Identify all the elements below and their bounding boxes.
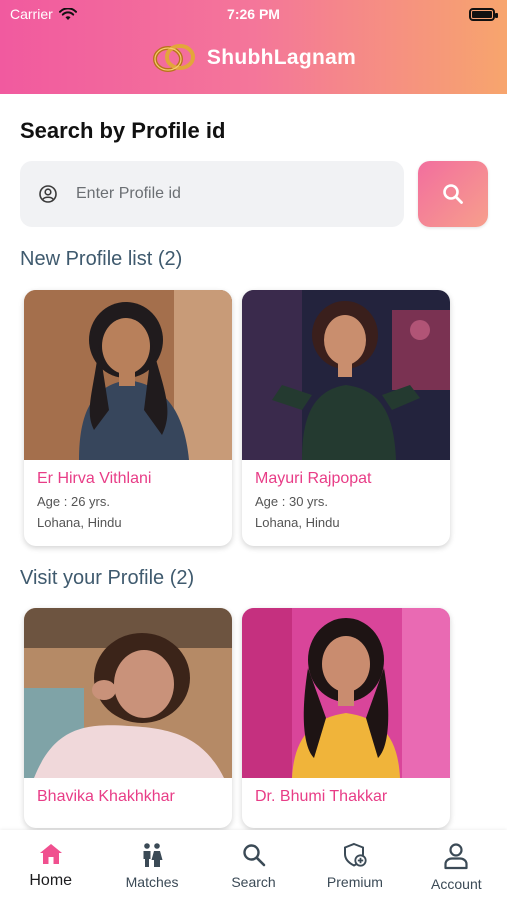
search-section-title: Search by Profile id (20, 118, 226, 143)
app-header: Carrier 7:26 PM ShubhLagnam (0, 0, 507, 94)
nav-home-label: Home (29, 872, 73, 889)
app-title: ShubhLagnam (206, 46, 357, 69)
profile-photo (24, 608, 232, 778)
profile-photo (24, 290, 232, 460)
profile-photo (242, 608, 450, 778)
profile-age: Age : 26 yrs. (37, 494, 110, 509)
nav-search[interactable]: Search (203, 830, 304, 900)
status-bar: Carrier 7:26 PM (0, 0, 507, 28)
profile-photo (242, 290, 450, 460)
profile-card[interactable]: Dr. Bhumi Thakkar (242, 608, 450, 828)
nav-home[interactable]: Home (0, 830, 101, 900)
nav-matches[interactable]: Matches (101, 830, 202, 900)
brand: ShubhLagnam (0, 42, 507, 74)
nav-account[interactable]: Account (406, 830, 507, 900)
profile-card[interactable]: Mayuri Rajpopat Age : 30 yrs. Lohana, Hi… (242, 290, 450, 546)
visit-profile-list-title: Visit your Profile (2) (20, 567, 195, 589)
wedding-rings-logo-icon (152, 44, 195, 72)
nav-premium[interactable]: Premium (304, 830, 405, 900)
nav-matches-label: Matches (125, 874, 179, 890)
premium-shield-icon (343, 842, 367, 867)
search-button[interactable] (418, 161, 488, 227)
new-profile-list-title: New Profile list (2) (20, 248, 183, 270)
search-icon (242, 844, 265, 867)
profile-name: Dr. Bhumi Thakkar (255, 788, 388, 805)
nav-search-label: Search (231, 874, 276, 890)
profile-name: Mayuri Rajpopat (255, 470, 372, 487)
nav-account-label: Account (431, 876, 482, 892)
couple-icon (143, 843, 163, 867)
user-icon (444, 843, 468, 870)
battery-icon (469, 8, 498, 21)
profile-id-search-field[interactable] (20, 161, 404, 227)
profile-community: Lohana, Hindu (37, 515, 122, 530)
profile-community: Lohana, Hindu (255, 515, 340, 530)
bottom-navigation: Home Matches Search Premium Account (0, 830, 507, 900)
profile-id-input[interactable] (76, 185, 376, 203)
profile-name: Bhavika Khakhkhar (37, 788, 175, 805)
profile-circle-icon (38, 184, 58, 204)
nav-premium-label: Premium (326, 874, 383, 890)
status-time: 7:26 PM (227, 6, 280, 22)
profile-age: Age : 30 yrs. (255, 494, 328, 509)
profile-name: Er Hirva Vithlani (37, 470, 152, 487)
profile-card[interactable]: Bhavika Khakhkhar (24, 608, 232, 828)
home-icon (39, 844, 62, 864)
profile-card[interactable]: Er Hirva Vithlani Age : 26 yrs. Lohana, … (24, 290, 232, 546)
search-icon (443, 184, 463, 204)
